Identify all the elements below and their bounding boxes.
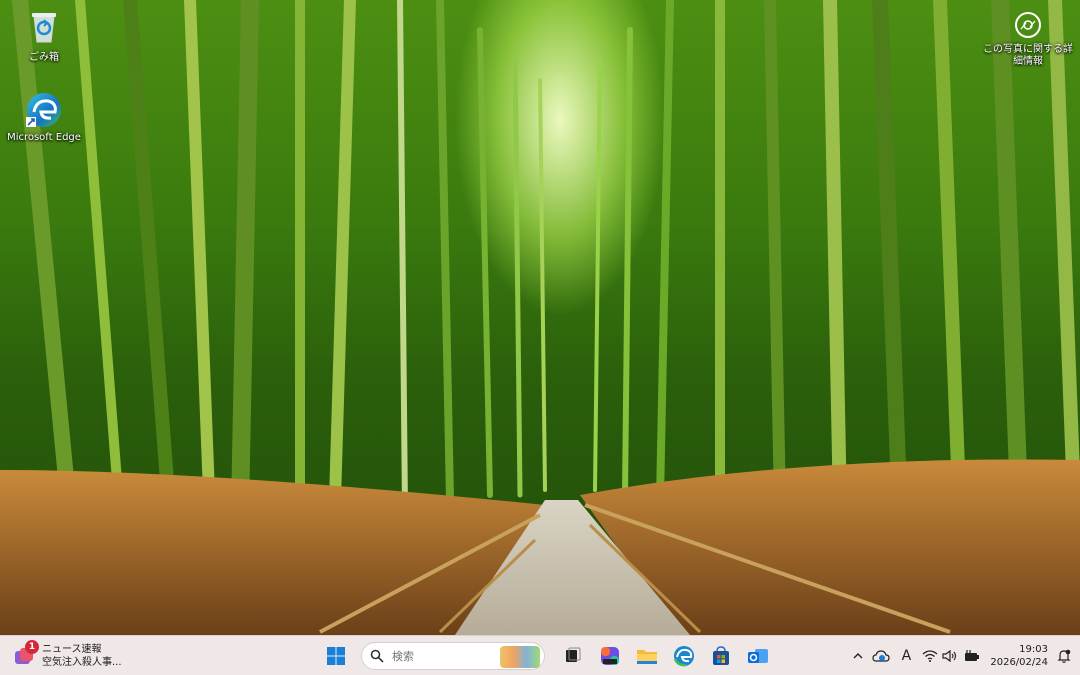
copilot-button[interactable] [594, 640, 626, 672]
recycle-bin-icon [24, 6, 64, 46]
quick-settings-button[interactable] [922, 640, 980, 672]
battery-plug-icon [965, 650, 980, 661]
desktop-wallpaper [0, 0, 1080, 635]
volume-icon [942, 649, 957, 663]
notification-badge: 1 [25, 640, 39, 654]
taskbar-search[interactable] [361, 642, 545, 670]
photo-info-label: この写真に関する詳細情報 [983, 44, 1073, 67]
news-widget[interactable]: 1 ニュース速報 空気注入殺人事... [12, 640, 122, 672]
copilot-icon [601, 647, 619, 665]
file-explorer-icon [637, 650, 657, 664]
bamboo-forest-image [0, 0, 1080, 635]
taskbar: 1 ニュース速報 空気注入殺人事... 検索 A 19:03 2026/02/2… [0, 635, 1080, 675]
file-explorer-button[interactable] [631, 640, 663, 672]
wifi-icon [922, 650, 938, 662]
system-tray: A 19:03 2026/02/24 [844, 640, 1072, 672]
search-icon [370, 649, 384, 663]
task-view-icon [566, 647, 581, 662]
clock-date: 2026/02/24 [990, 657, 1048, 668]
photo-info-button[interactable]: この写真に関する詳細情報 [982, 12, 1074, 68]
notification-center-button[interactable] [1056, 640, 1072, 672]
chevron-up-icon [853, 653, 863, 659]
news-title: ニュース速報 [42, 644, 102, 655]
store-icon [713, 646, 729, 665]
edge-icon [673, 646, 694, 667]
cloud-info-icon [872, 650, 890, 662]
store-button[interactable] [705, 640, 737, 672]
windows-start-icon [327, 647, 345, 665]
widgets-icon: 1 [12, 640, 39, 668]
notification-bell-icon [1057, 649, 1071, 663]
search-input[interactable] [392, 649, 502, 663]
task-view-button[interactable] [557, 640, 589, 672]
ime-mode-label: A [901, 648, 912, 664]
ime-mode-indicator[interactable]: A [898, 640, 914, 672]
taskbar-center [320, 640, 779, 672]
news-subtitle: 空気注入殺人事... [42, 657, 122, 668]
edge-icon [24, 90, 64, 130]
edge-taskbar-button[interactable] [668, 640, 700, 672]
search-highlight-image [500, 646, 540, 668]
start-button[interactable] [320, 640, 352, 672]
desktop-icon-edge[interactable]: Microsoft Edge [6, 90, 82, 143]
outlook-button[interactable] [742, 640, 774, 672]
clock-time: 19:03 [1019, 644, 1048, 655]
onedrive-status-button[interactable] [872, 640, 890, 672]
outlook-icon [748, 649, 768, 663]
desktop-icon-label: Microsoft Edge [7, 132, 81, 143]
camera-info-icon [1015, 12, 1041, 38]
desktop-icon-recycle-bin[interactable]: ごみ箱 [6, 6, 82, 63]
clock[interactable]: 19:03 2026/02/24 [990, 643, 1048, 669]
desktop-icon-label: ごみ箱 [29, 52, 59, 63]
show-hidden-icons-button[interactable] [852, 640, 864, 672]
